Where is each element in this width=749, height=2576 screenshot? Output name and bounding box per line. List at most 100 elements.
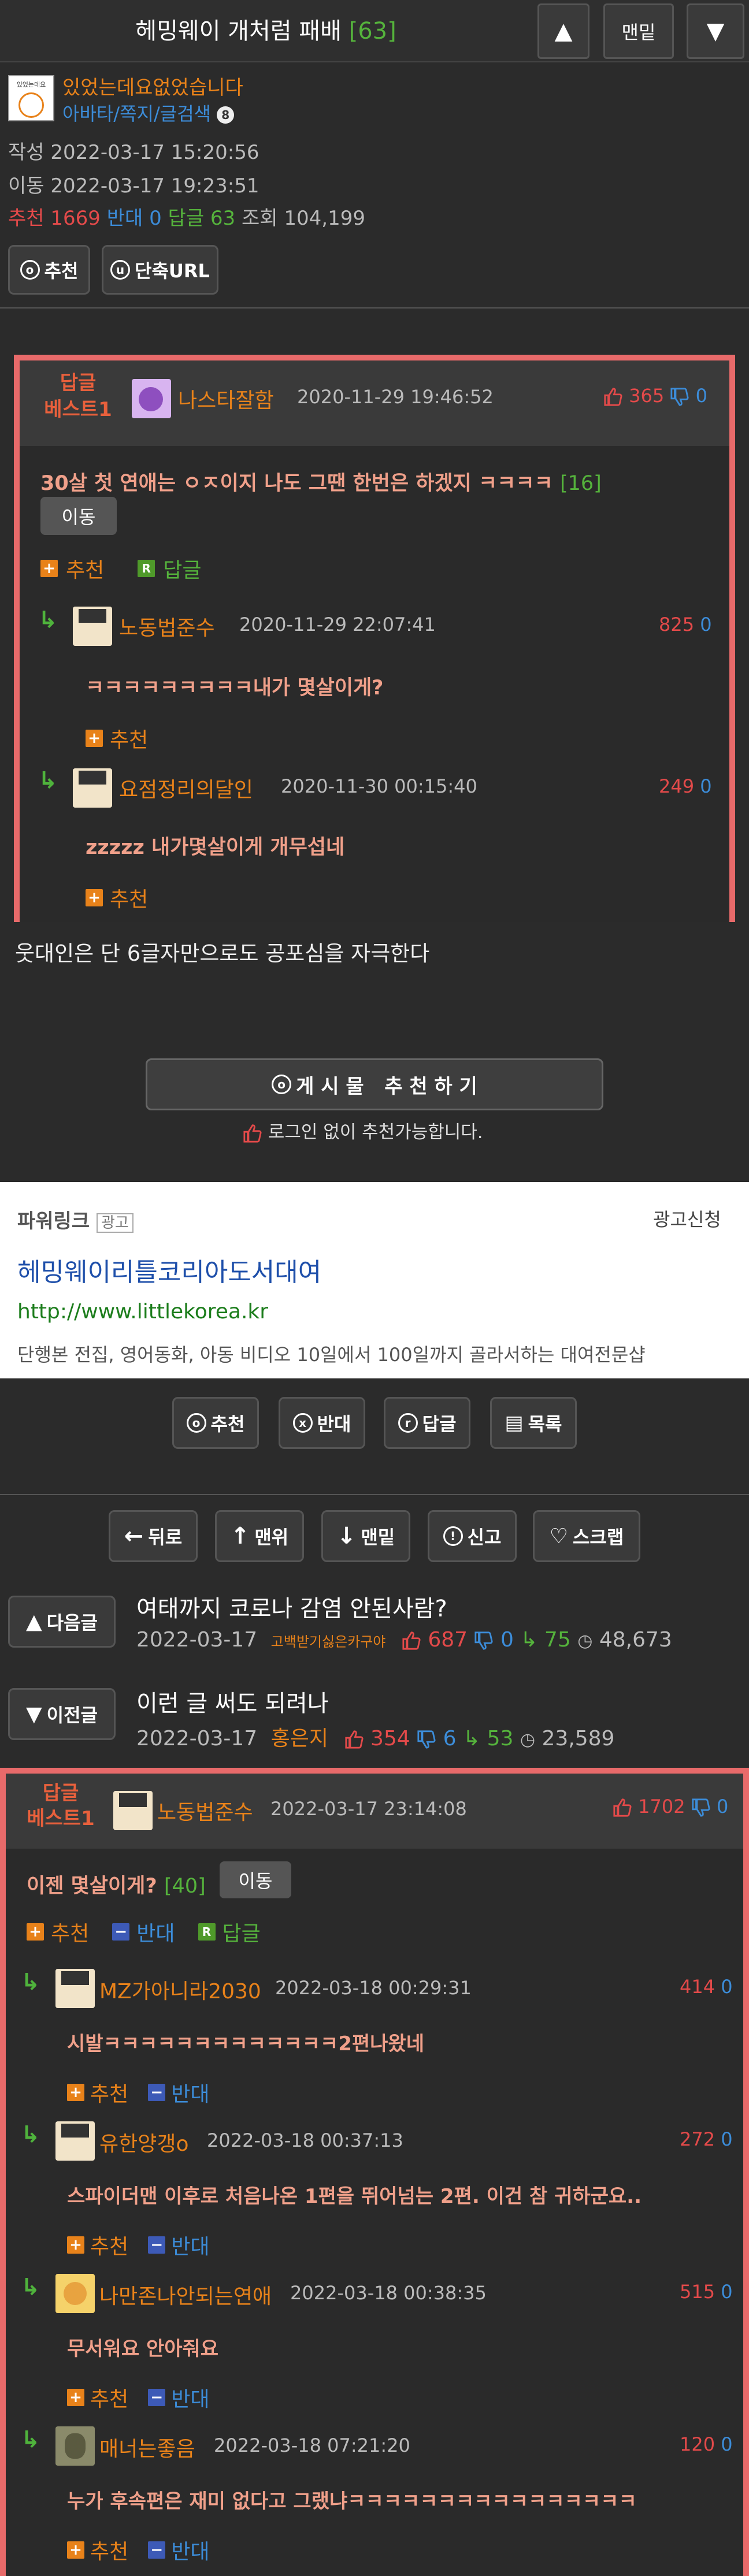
scrap-button[interactable]: ♡ 스크랩 xyxy=(533,1510,640,1562)
reply-opp-label[interactable]: 반대 xyxy=(171,2230,209,2260)
opp-text: 반대 xyxy=(317,1413,351,1435)
ad-headline[interactable]: 헤밍웨이리틀코리아도서대여 xyxy=(17,1251,321,1288)
reply-rec-label[interactable]: 추천 xyxy=(90,2077,128,2107)
minus-icon[interactable]: − xyxy=(148,2541,166,2559)
reply-actions: + 추천 − 반대 xyxy=(67,2382,210,2413)
author-nick[interactable]: 있었는데요없었습니다 xyxy=(62,72,243,100)
reply-date: 2022-03-18 07:21:20 xyxy=(214,2434,410,2456)
move-button[interactable]: 이동 xyxy=(220,1861,291,1898)
reply-r-icon[interactable]: R xyxy=(198,1923,216,1941)
next-post-button[interactable]: ▲ 다음글 xyxy=(8,1596,116,1648)
scroll-down-button[interactable]: ▼ xyxy=(687,3,744,59)
best-opp-label[interactable]: 반대 xyxy=(136,1917,175,1947)
reply-r-icon[interactable]: R xyxy=(138,560,155,577)
prev-post-button[interactable]: ▼ 이전글 xyxy=(8,1688,116,1740)
reply-avatar[interactable] xyxy=(55,2121,95,2161)
scroll-bottom-button[interactable]: 맨밑 xyxy=(603,3,674,59)
reply-avatar[interactable] xyxy=(55,2426,95,2466)
page-title: 헤밍웨이 개처럼 패배 [63] xyxy=(81,15,451,47)
reply-actions: + 추천 xyxy=(86,723,148,753)
prev-author[interactable]: 홍은지 xyxy=(271,1727,328,1750)
bottom-button[interactable]: ↓ 맨밑 xyxy=(321,1510,410,1562)
scroll-up-button[interactable]: ▲ xyxy=(537,3,589,59)
best-reply-label[interactable]: 답글 xyxy=(163,553,201,583)
best-rec-label[interactable]: 추천 xyxy=(66,553,104,583)
user-avatar[interactable] xyxy=(113,1791,153,1830)
reply-arrow-icon: ↳ xyxy=(21,2274,40,2300)
reply-rec-label[interactable]: 추천 xyxy=(90,2382,128,2413)
plus-icon[interactable]: + xyxy=(86,730,103,747)
back-button[interactable]: ← 뒤로 xyxy=(109,1510,198,1562)
recommend-post-label: 게 시 물 추 천 하 기 xyxy=(296,1075,477,1098)
recommend-post-button[interactable]: o 게 시 물 추 천 하 기 xyxy=(146,1058,603,1110)
reply-arrow-icon: ↳ xyxy=(462,1727,481,1750)
best-rec-label[interactable]: 추천 xyxy=(51,1917,89,1947)
thumb-up-icon xyxy=(344,1730,364,1749)
reply-opp-label[interactable]: 반대 xyxy=(171,2535,209,2565)
short-url-button[interactable]: u 단축URL xyxy=(102,245,218,295)
best-nick[interactable]: 나스타잘함 xyxy=(178,384,274,414)
reply-avatar[interactable] xyxy=(73,768,112,808)
bottom-list-button[interactable]: ▤ 목록 xyxy=(490,1397,577,1449)
reply-rec-label[interactable]: 추천 xyxy=(90,2535,128,2565)
minus-icon[interactable]: − xyxy=(148,2084,166,2101)
move-button[interactable]: 이동 xyxy=(40,497,117,535)
ad-url[interactable]: http://www.littlekorea.kr xyxy=(17,1300,268,1324)
reply-nick[interactable]: 매너는좋음 xyxy=(99,2432,195,2462)
recommend-button[interactable]: o 추천 xyxy=(8,245,90,295)
best-reply-label[interactable]: 답글 xyxy=(223,1917,261,1947)
reply-opp-label[interactable]: 반대 xyxy=(171,2077,209,2107)
bottom-oppose-button[interactable]: x 반대 xyxy=(279,1397,365,1449)
plus-icon[interactable]: + xyxy=(27,1923,44,1941)
login-note: 로그인 없이 추천가능합니다. xyxy=(243,1117,483,1143)
bottom-reply-button[interactable]: r 답글 xyxy=(384,1397,470,1449)
reply-avatar[interactable] xyxy=(55,2274,95,2313)
minus-icon[interactable]: − xyxy=(148,2389,166,2406)
best-label-line2: 베스트1 xyxy=(44,398,112,421)
reply-nick[interactable]: 요점정리의달인 xyxy=(119,773,253,803)
author-links-text[interactable]: 아바타/쪽지/글검색 xyxy=(62,103,211,125)
reply-text: zzzzz 내가몇살이게 개무섭네 xyxy=(86,836,345,859)
thumb-down-icon xyxy=(670,388,689,406)
view-label: 조회 xyxy=(242,207,278,230)
reply-text: 무서워요 안아줘요 xyxy=(67,2337,219,2361)
reply-avatar[interactable] xyxy=(55,1969,95,2008)
top-button[interactable]: ↑ 맨위 xyxy=(215,1510,304,1562)
reply-nick[interactable]: 나만존나안되는연애 xyxy=(99,2280,272,2310)
down-arrow-icon: ▼ xyxy=(706,18,725,44)
next-author[interactable]: 고백받기싫은카구야 xyxy=(271,1634,386,1650)
reply-actions: + 추천 − 반대 xyxy=(67,2535,210,2565)
reply-date: 2022-03-18 00:37:13 xyxy=(207,2129,403,2151)
login-note-text: 로그인 없이 추천가능합니다. xyxy=(268,1122,483,1143)
reply-text: 스파이더맨 이후로 처음나온 1편을 뛰어넘는 2편. 이건 참 귀하군요.. xyxy=(67,2185,642,2208)
minus-icon[interactable]: − xyxy=(112,1923,130,1941)
next-post-title[interactable]: 여태까지 코로나 감염 안된사람? xyxy=(136,1590,447,1623)
reply-nick[interactable]: 유한양갱o xyxy=(99,2127,189,2157)
reply-nick[interactable]: 노동법준수 xyxy=(119,611,215,641)
prev-post-title[interactable]: 이런 글 써도 되려나 xyxy=(136,1685,329,1718)
reply-nick[interactable]: MZ가아니라2030 xyxy=(99,1975,261,2005)
reply-rec-label[interactable]: 추천 xyxy=(110,723,148,753)
reply-rec-label[interactable]: 추천 xyxy=(110,883,148,913)
reply-down: 0 xyxy=(700,775,712,797)
reply-avatar[interactable] xyxy=(73,607,112,646)
author-logo[interactable]: 있었는데요 xyxy=(8,75,54,121)
report-button[interactable]: ! 신고 xyxy=(428,1510,517,1562)
plus-icon[interactable]: + xyxy=(86,889,103,906)
reply-arrow-icon: ↳ xyxy=(21,2426,40,2453)
plus-icon[interactable]: + xyxy=(67,2236,84,2254)
bottom-recommend-button[interactable]: o 추천 xyxy=(172,1397,259,1449)
best-nick[interactable]: 노동법준수 xyxy=(157,1796,253,1826)
plus-icon[interactable]: + xyxy=(40,560,58,577)
minus-icon[interactable]: − xyxy=(148,2236,166,2254)
plus-icon[interactable]: + xyxy=(67,2389,84,2406)
clock-icon: ◷ xyxy=(577,1631,593,1651)
reply-date: 2022-03-18 00:38:35 xyxy=(290,2282,487,2304)
ad-apply-link[interactable]: 광고신청 xyxy=(653,1205,721,1232)
avatar-face-icon xyxy=(119,1793,147,1807)
user-avatar[interactable] xyxy=(132,379,171,418)
reply-opp-label[interactable]: 반대 xyxy=(171,2382,209,2413)
reply-rec-label[interactable]: 추천 xyxy=(90,2230,128,2260)
plus-icon[interactable]: + xyxy=(67,2541,84,2559)
plus-icon[interactable]: + xyxy=(67,2084,84,2101)
